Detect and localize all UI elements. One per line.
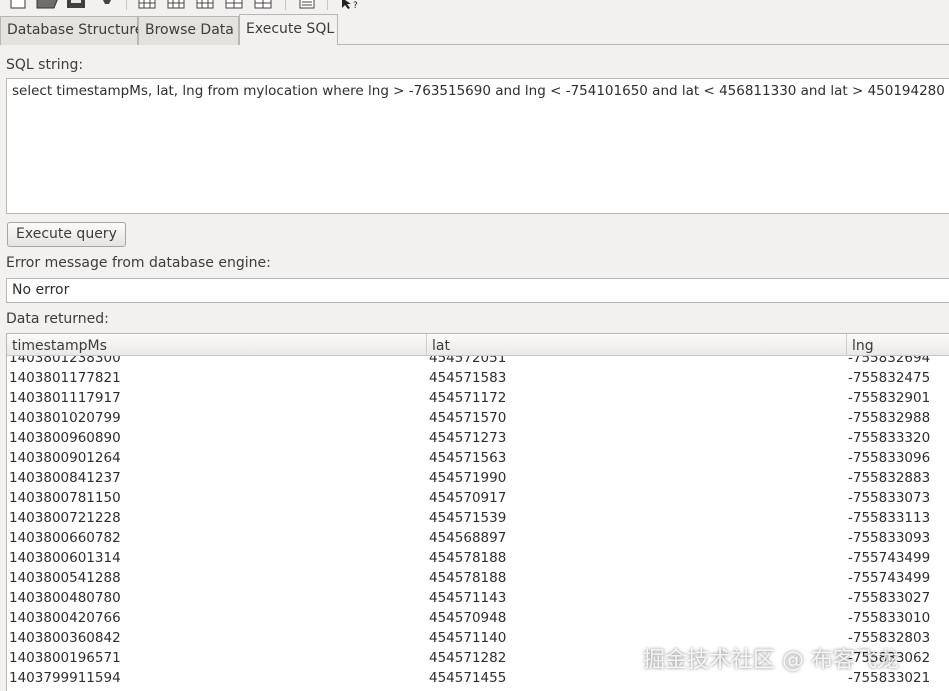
- table-cell-timestampms[interactable]: 1403799911594: [9, 668, 121, 688]
- table-cell-lng[interactable]: -755833073: [848, 488, 930, 508]
- main-tab-bar: Database Structure Browse Data Execute S…: [0, 14, 949, 45]
- table-row[interactable]: 1403800721228 454571539 -755833113: [7, 508, 949, 528]
- table-cell-lng[interactable]: -755832901: [848, 388, 930, 408]
- table-cell-lat[interactable]: 454570948: [429, 608, 506, 628]
- table-cell-lng[interactable]: -755833113: [848, 508, 930, 528]
- toolbar-separator: [285, 0, 286, 10]
- table-cell-lng[interactable]: -755833010: [848, 608, 930, 628]
- data-returned-label: Data returned:: [6, 311, 109, 327]
- table-cell-lat[interactable]: 454571140: [429, 628, 506, 648]
- table-cell-timestampms[interactable]: 1403800901264: [9, 448, 121, 468]
- table-cell-timestampms[interactable]: 1403800420766: [9, 608, 121, 628]
- delete-table-icon[interactable]: [167, 0, 185, 10]
- table-cell-lat[interactable]: 454571273: [429, 428, 506, 448]
- table-cell-lat[interactable]: 454571172: [429, 388, 506, 408]
- results-grid[interactable]: timestampMs lat lng 1403801238300 4545720…: [6, 333, 949, 691]
- table-cell-lng[interactable]: -755833093: [848, 528, 930, 548]
- table-cell-lat[interactable]: 454571282: [429, 648, 506, 668]
- svg-text:?: ?: [353, 1, 358, 10]
- table-cell-timestampms[interactable]: 1403801117917: [9, 388, 121, 408]
- tab-database-structure[interactable]: Database Structure: [0, 16, 143, 45]
- table-cell-lat[interactable]: 454571455: [429, 668, 506, 688]
- table-cell-lng[interactable]: -755833096: [848, 448, 930, 468]
- preferences-icon[interactable]: [298, 0, 316, 10]
- table-row[interactable]: 1403801020799 454571570 -755832988: [7, 408, 949, 428]
- create-index-icon[interactable]: [225, 0, 243, 10]
- table-cell-lat[interactable]: 454571563: [429, 448, 506, 468]
- table-cell-lat[interactable]: 454571539: [429, 508, 506, 528]
- table-row[interactable]: 1403800420766 454570948 -755833010: [7, 608, 949, 628]
- table-cell-lat[interactable]: 454570917: [429, 488, 506, 508]
- table-cell-lat[interactable]: 454578188: [429, 548, 506, 568]
- table-cell-timestampms[interactable]: 1403800660782: [9, 528, 121, 548]
- execute-query-button[interactable]: Execute query: [7, 222, 126, 247]
- table-cell-timestampms[interactable]: 1403801177821: [9, 368, 121, 388]
- table-cell-lat[interactable]: 454578188: [429, 568, 506, 588]
- table-cell-timestampms[interactable]: 1403800360842: [9, 628, 121, 648]
- sqlite-browser-window: ? Database Structure Browse Data Execute…: [0, 0, 949, 691]
- table-row[interactable]: 1403800960890 454571273 -755833320: [7, 428, 949, 448]
- column-header-lng[interactable]: lng: [847, 334, 949, 356]
- table-cell-timestampms[interactable]: 1403800960890: [9, 428, 121, 448]
- results-rows: 1403801238300 454572051 -755832694 14038011…: [7, 348, 949, 688]
- write-changes-icon[interactable]: [100, 0, 114, 10]
- new-database-icon[interactable]: [9, 0, 27, 10]
- table-row[interactable]: 1403800480780 454571143 -755833027: [7, 588, 949, 608]
- whats-this-icon[interactable]: ?: [339, 0, 363, 10]
- table-cell-timestampms[interactable]: 1403800480780: [9, 588, 121, 608]
- table-cell-lat[interactable]: 454568897: [429, 528, 506, 548]
- delete-index-icon[interactable]: [254, 0, 272, 10]
- table-cell-timestampms[interactable]: 1403800721228: [9, 508, 121, 528]
- table-cell-lng[interactable]: -755832883: [848, 468, 930, 488]
- error-message-field: No error: [6, 278, 949, 303]
- table-cell-timestampms[interactable]: 1403800601314: [9, 548, 121, 568]
- table-cell-timestampms[interactable]: 1403800196571: [9, 648, 121, 668]
- table-cell-lat[interactable]: 454571583: [429, 368, 506, 388]
- table-row[interactable]: 1403800541288 454578188 -755743499: [7, 568, 949, 588]
- toolbar-separator: [327, 0, 328, 10]
- table-row[interactable]: 1403800841237 454571990 -755832883: [7, 468, 949, 488]
- table-row[interactable]: 1403800901264 454571563 -755833096: [7, 448, 949, 468]
- column-header-timestampms[interactable]: timestampMs: [7, 334, 427, 356]
- toolbar: ?: [0, 0, 949, 14]
- table-cell-timestampms[interactable]: 1403801020799: [9, 408, 121, 428]
- table-cell-lng[interactable]: -755743499: [848, 568, 930, 588]
- table-row[interactable]: 1403801117917 454571172 -755832901: [7, 388, 949, 408]
- table-cell-lng[interactable]: -755832475: [848, 368, 930, 388]
- table-row[interactable]: 1403800660782 454568897 -755833093: [7, 528, 949, 548]
- save-database-icon[interactable]: [66, 0, 86, 10]
- results-grid-header: timestampMs lat lng: [7, 334, 949, 356]
- column-header-lat[interactable]: lat: [427, 334, 847, 356]
- tab-execute-sql[interactable]: Execute SQL: [239, 14, 338, 45]
- create-table-icon[interactable]: [138, 0, 156, 10]
- table-cell-lng[interactable]: -755833320: [848, 428, 930, 448]
- table-cell-lat[interactable]: 454571570: [429, 408, 506, 428]
- table-cell-timestampms[interactable]: 1403800781150: [9, 488, 121, 508]
- toolbar-separator: [126, 0, 127, 10]
- table-cell-timestampms[interactable]: 1403800841237: [9, 468, 121, 488]
- table-cell-lat[interactable]: 454571990: [429, 468, 506, 488]
- table-cell-timestampms[interactable]: 1403800541288: [9, 568, 121, 588]
- table-cell-lat[interactable]: 454571143: [429, 588, 506, 608]
- table-row[interactable]: 1403800781150 454570917 -755833073: [7, 488, 949, 508]
- sql-editor[interactable]: select timestampMs, lat, lng from myloca…: [6, 78, 949, 214]
- watermark: 掘金技术社区 @ 布客飞龙: [643, 648, 899, 673]
- error-message-label: Error message from database engine:: [6, 255, 271, 271]
- table-cell-lng[interactable]: -755832988: [848, 408, 930, 428]
- modify-table-icon[interactable]: [196, 0, 214, 10]
- open-database-icon[interactable]: [36, 0, 60, 10]
- table-row[interactable]: 1403800601314 454578188 -755743499: [7, 548, 949, 568]
- table-cell-lng[interactable]: -755743499: [848, 548, 930, 568]
- table-cell-lng[interactable]: -755833027: [848, 588, 930, 608]
- table-row[interactable]: 1403801177821 454571583 -755832475: [7, 368, 949, 388]
- sql-string-label: SQL string:: [6, 57, 84, 73]
- tab-browse-data[interactable]: Browse Data: [138, 16, 239, 45]
